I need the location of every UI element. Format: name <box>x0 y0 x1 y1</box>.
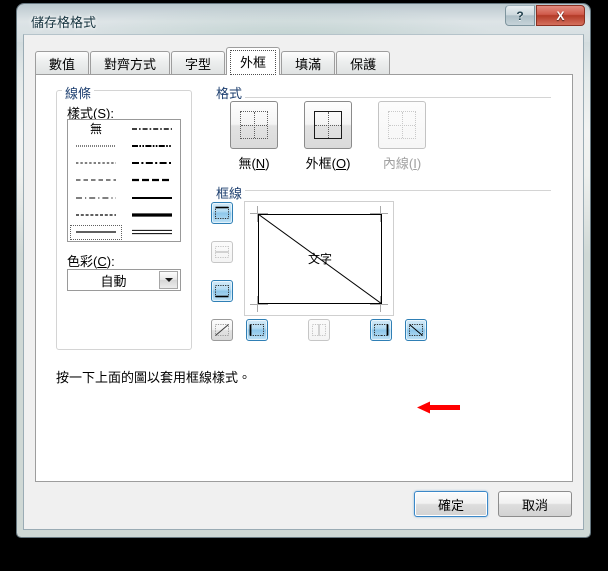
preset-button-row: 無(N) 外框(O) 內線(I) <box>228 101 428 172</box>
tab-protection[interactable]: 保護 <box>336 51 391 75</box>
color-label: 色彩(C): <box>67 254 115 269</box>
tab-alignment[interactable]: 對齊方式 <box>90 51 171 75</box>
line-sample-double <box>132 230 172 235</box>
preset-outline-button[interactable] <box>304 101 352 149</box>
border-preview[interactable]: 文字 <box>244 201 394 316</box>
tabstrip: 數值 對齊方式 字型 外框 填滿 保護 <box>35 47 391 75</box>
tab-label: 填滿 <box>295 57 322 72</box>
line-style-grid[interactable]: 無 <box>67 119 181 242</box>
line-sample-dash-med <box>76 214 116 216</box>
border-diagonal-up-button[interactable] <box>211 319 233 341</box>
grid-dotted-icon <box>240 111 268 139</box>
preset-inside-label: 內線(I) <box>382 156 422 171</box>
line-style-dash-dot-dot[interactable] <box>124 137 180 154</box>
line-sample-dash-long <box>76 179 116 181</box>
tab-border[interactable]: 外框 <box>226 47 281 75</box>
line-sample-dash-thick <box>132 179 172 182</box>
line-style-dash-thick[interactable] <box>124 172 180 189</box>
line-style-solid-thick[interactable] <box>124 206 180 223</box>
line-style-none[interactable]: 無 <box>68 120 124 137</box>
grid-outline-icon <box>314 111 342 139</box>
tab-number[interactable]: 數值 <box>35 51 90 75</box>
dialog-button-row: 確定 取消 <box>414 491 572 517</box>
dialog-client-area: 數值 對齊方式 字型 外框 填滿 保護 線條 樣式(S): 無 色彩(C): 自… <box>23 34 584 530</box>
border-tab-page: 線條 樣式(S): 無 色彩(C): 自動 格式 無(N) 外框(O) 內線(I… <box>35 74 573 482</box>
line-groupbox-label: 線條 <box>62 83 95 102</box>
tab-label: 外框 <box>240 55 267 70</box>
tab-font[interactable]: 字型 <box>171 51 226 75</box>
tab-label: 對齊方式 <box>104 57 157 72</box>
line-style-none-label: 無 <box>89 122 102 137</box>
cancel-button[interactable]: 取消 <box>498 491 572 517</box>
format-cells-dialog: 儲存格格式 ? X 數值 對齊方式 字型 外框 填滿 保護 線條 樣式(S): … <box>17 4 590 537</box>
line-sample-dotted-fine <box>76 145 116 147</box>
line-color-value: 自動 <box>100 273 127 289</box>
line-sample-dashed-fine <box>76 162 116 164</box>
grid-inside-icon <box>388 111 416 139</box>
chevron-down-icon[interactable] <box>159 271 178 289</box>
format-groupbox-label: 格式 <box>213 83 246 102</box>
line-style-dashed-fine[interactable] <box>68 155 124 172</box>
tab-label: 字型 <box>185 57 212 72</box>
line-style-dotted-fine[interactable] <box>68 137 124 154</box>
preview-text-label: 文字 <box>307 252 332 266</box>
tab-label: 數值 <box>49 57 76 72</box>
line-style-dash-med[interactable] <box>68 206 124 223</box>
format-group-rule <box>244 97 551 98</box>
tab-fill[interactable]: 填滿 <box>281 51 336 75</box>
line-sample-dash-dot-dot <box>132 144 172 147</box>
help-button[interactable]: ? <box>505 5 535 26</box>
caption-button-group: ? X <box>505 5 585 27</box>
line-sample-dash-dot-2 <box>132 162 172 165</box>
line-style-dash-long[interactable] <box>68 172 124 189</box>
tab-label: 保護 <box>350 57 377 72</box>
line-sample-dash-dot-thick <box>132 127 172 130</box>
border-diagonal-down-button[interactable] <box>405 319 427 341</box>
preset-none-label: 無(N) <box>238 156 270 171</box>
line-style-double[interactable] <box>124 224 180 241</box>
line-sample-solid-thick <box>132 213 172 217</box>
border-left-button[interactable] <box>246 319 268 341</box>
border-group-rule <box>244 190 551 191</box>
line-style-dash-dot-thick[interactable] <box>124 120 180 137</box>
annotation-arrow-icon <box>417 401 460 414</box>
border-bottom-button[interactable] <box>211 280 233 302</box>
ok-button[interactable]: 確定 <box>414 491 488 517</box>
line-style-dash-dot-thin[interactable] <box>68 189 124 206</box>
line-sample-solid-med <box>132 196 172 199</box>
preset-none[interactable]: 無(N) <box>228 101 280 172</box>
close-icon[interactable]: X <box>536 5 585 26</box>
preset-inside: 內線(I) <box>376 101 428 172</box>
line-style-dash-dot-2[interactable] <box>124 155 180 172</box>
border-top-button[interactable] <box>211 202 233 224</box>
border-hint-text: 按一下上面的圖以套用框線樣式。 <box>56 370 252 385</box>
preset-inside-button <box>378 101 426 149</box>
border-right-button[interactable] <box>370 319 392 341</box>
line-style-solid-thin[interactable] <box>68 224 124 241</box>
preset-outline-label: 外框(O) <box>305 156 351 171</box>
border-preview-cell: 文字 <box>258 214 382 304</box>
line-sample-dash-dot-thin <box>76 197 116 199</box>
line-style-solid-med[interactable] <box>124 189 180 206</box>
window-title: 儲存格格式 <box>31 15 97 30</box>
line-sample-solid-thin <box>76 231 116 233</box>
line-color-combobox[interactable]: 自動 <box>67 269 181 291</box>
preset-none-button[interactable] <box>230 101 278 149</box>
border-groupbox-label: 框線 <box>213 183 246 202</box>
preset-outline[interactable]: 外框(O) <box>302 101 354 172</box>
border-inside-horizontal-button <box>211 241 233 263</box>
border-inside-vertical-button <box>308 319 330 341</box>
